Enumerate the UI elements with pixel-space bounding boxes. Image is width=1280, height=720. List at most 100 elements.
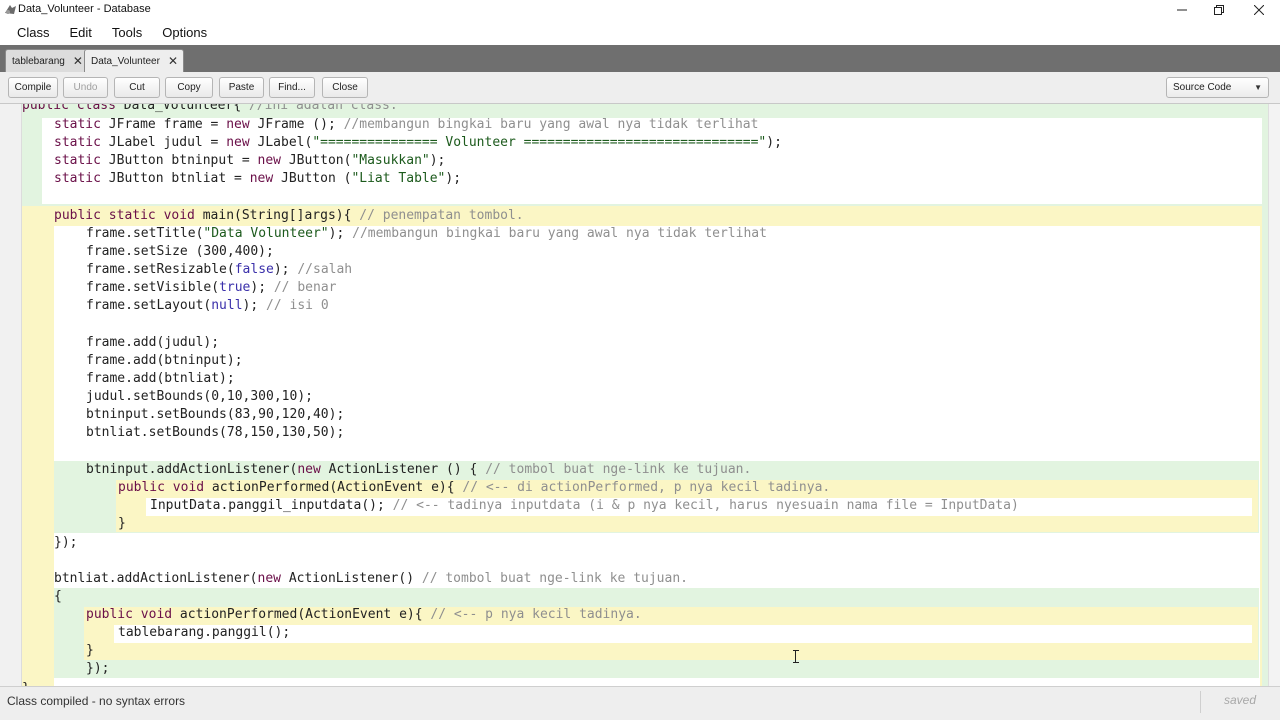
code-line[interactable]: {	[54, 588, 62, 606]
code-token: JLabel(	[257, 135, 313, 150]
code-line[interactable]: public void actionPerformed(ActionEvent …	[118, 479, 830, 497]
code-token: );	[766, 135, 782, 150]
code-token: );	[242, 298, 267, 313]
menu-class[interactable]: Class	[0, 25, 60, 40]
code-line[interactable]: static JButton btninput = new JButton("M…	[54, 152, 445, 170]
restore-icon	[1214, 5, 1224, 15]
code-token: JButton btninput =	[108, 153, 258, 168]
code-token: JButton(	[288, 153, 352, 168]
tab-tablebarang[interactable]: tablebarang ✕	[5, 49, 89, 72]
code-line[interactable]: public class Data_Volunteer{ //ini adala…	[22, 104, 398, 115]
code-token: JButton (	[281, 171, 352, 186]
code-token: tablebarang.panggil();	[118, 625, 291, 640]
code-line[interactable]: InputData.panggil_inputdata(); // <-- ta…	[150, 497, 1019, 515]
code-token: new	[297, 462, 329, 477]
code-line[interactable]: frame.setVisible(true); // benar	[86, 279, 336, 297]
code-token: false	[234, 262, 274, 277]
tab-data-volunteer[interactable]: Data_Volunteer ✕	[84, 49, 185, 72]
close-tab-icon[interactable]: ✕	[168, 54, 178, 68]
window-title: Data_Volunteer - Database	[18, 3, 151, 15]
minimize-icon	[1177, 9, 1187, 11]
code-line[interactable]: });	[54, 534, 77, 552]
code-lines: public class Data_Volunteer{ //ini adala…	[0, 104, 1280, 686]
code-token: actionPerformed(ActionEvent e){	[211, 480, 463, 495]
code-line[interactable]: });	[86, 660, 109, 678]
code-token: main(String[]args){	[202, 208, 360, 223]
code-line[interactable]: tablebarang.panggil();	[118, 624, 290, 642]
find-button[interactable]: Find...	[269, 77, 315, 98]
code-token: new	[257, 571, 289, 586]
view-select[interactable]: Source Code ▼	[1166, 77, 1269, 98]
code-line[interactable]: frame.setResizable(false); //salah	[86, 261, 352, 279]
code-token: true	[219, 280, 251, 295]
code-token: ActionListener()	[288, 571, 422, 586]
code-line[interactable]: frame.add(btninput);	[86, 352, 243, 370]
code-token: });	[54, 535, 78, 550]
paste-button[interactable]: Paste	[219, 77, 264, 98]
menu-bar: Class Edit Tools Options	[0, 20, 1280, 45]
minimize-button[interactable]	[1162, 0, 1202, 20]
code-line[interactable]: public static void main(String[]args){ /…	[54, 207, 524, 225]
code-token: //membangun bingkai baru yang awal nya t…	[343, 117, 759, 132]
code-line[interactable]: }	[86, 642, 94, 660]
close-button[interactable]: Close	[322, 77, 368, 98]
code-line[interactable]: static JFrame frame = new JFrame (); //m…	[54, 116, 758, 134]
code-token: static	[54, 117, 109, 132]
dropdown-arrow-icon: ▼	[1254, 83, 1262, 92]
code-line[interactable]: frame.add(btnliat);	[86, 370, 235, 388]
code-token: "Data Volunteer"	[203, 226, 329, 241]
code-line[interactable]: static JButton btnliat = new JButton ("L…	[54, 170, 461, 188]
code-token: Data_Volunteer{	[123, 104, 249, 113]
code-line[interactable]: public void actionPerformed(ActionEvent …	[86, 606, 642, 624]
code-token: public class	[22, 104, 124, 113]
code-token: new	[226, 135, 258, 150]
code-token: JFrame ();	[257, 117, 344, 132]
code-token: }	[118, 516, 126, 531]
code-line[interactable]: }	[118, 515, 126, 533]
code-token: // benar	[273, 280, 337, 295]
menu-options[interactable]: Options	[152, 25, 217, 40]
code-token: JLabel judul =	[108, 135, 227, 150]
status-message: Class compiled - no syntax errors	[7, 694, 186, 708]
code-token: btnliat.addActionListener(	[54, 571, 258, 586]
cut-button[interactable]: Cut	[114, 77, 160, 98]
undo-button[interactable]: Undo	[63, 77, 108, 98]
status-divider	[1200, 691, 1201, 713]
code-line[interactable]: frame.add(judul);	[86, 334, 219, 352]
menu-tools[interactable]: Tools	[102, 25, 152, 40]
code-token: // <-- di actionPerformed, p nya kecil t…	[462, 480, 831, 495]
code-token: // penempatan tombol.	[359, 208, 524, 223]
code-token: JButton btnliat =	[108, 171, 250, 186]
compile-button[interactable]: Compile	[8, 77, 58, 98]
tab-label: tablebarang	[12, 55, 65, 67]
code-line[interactable]: frame.setTitle("Data Volunteer"); //memb…	[86, 225, 767, 243]
close-tab-icon[interactable]: ✕	[73, 54, 83, 68]
code-token: new	[257, 153, 289, 168]
code-line[interactable]: frame.setLayout(null); // isi 0	[86, 297, 329, 315]
code-token: // <-- p nya kecil tadinya.	[430, 607, 642, 622]
editor-toolbar: Compile Undo Cut Copy Paste Find... Clos…	[0, 72, 1280, 104]
code-line[interactable]: btnliat.addActionListener(new ActionList…	[54, 570, 688, 588]
code-line[interactable]: frame.setSize (300,400);	[86, 243, 274, 261]
code-token: "Masukkan"	[351, 153, 430, 168]
vertical-scrollbar[interactable]	[1268, 104, 1280, 686]
menu-edit[interactable]: Edit	[60, 25, 102, 40]
code-line[interactable]: btninput.setBounds(83,90,120,40);	[86, 406, 344, 424]
code-line[interactable]: judul.setBounds(0,10,300,10);	[86, 388, 313, 406]
code-line[interactable]: static JLabel judul = new JLabel("======…	[54, 134, 782, 152]
restore-button[interactable]	[1199, 0, 1239, 20]
code-token: });	[86, 661, 110, 676]
code-token: static	[54, 171, 109, 186]
code-line[interactable]: btninput.addActionListener(new ActionLis…	[86, 461, 751, 479]
bluej-app-icon	[5, 5, 16, 14]
code-editor[interactable]: public class Data_Volunteer{ //ini adala…	[0, 104, 1280, 686]
code-token: // tombol buat nge-link ke tujuan.	[421, 571, 688, 586]
code-token: frame.add(btnliat);	[86, 371, 235, 386]
code-token: frame.setVisible(	[86, 280, 220, 295]
copy-button[interactable]: Copy	[165, 77, 213, 98]
close-window-button[interactable]	[1239, 0, 1279, 20]
code-token: null	[211, 298, 243, 313]
code-token: frame.add(judul);	[86, 335, 220, 350]
code-line[interactable]: btnliat.setBounds(78,150,130,50);	[86, 424, 344, 442]
code-token: static	[54, 135, 109, 150]
